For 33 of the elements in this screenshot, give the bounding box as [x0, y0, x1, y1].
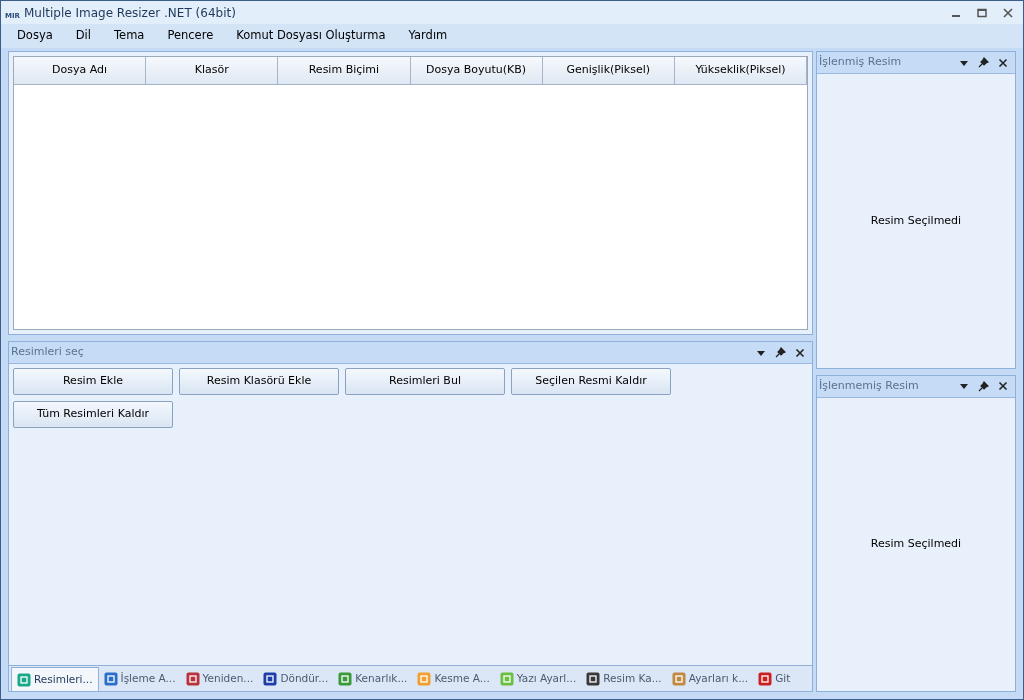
panel-title: Resimleri seç [11, 344, 85, 361]
tab[interactable]: Resim Ka... [581, 667, 667, 691]
tab[interactable]: İşleme A... [98, 667, 181, 691]
action-button[interactable]: Resimleri Bul [345, 368, 505, 395]
panel-title: İşlenmiş Resim [819, 54, 903, 71]
tab[interactable]: Yazı Ayarl... [494, 667, 582, 691]
menu-item[interactable]: Yardım [400, 25, 456, 47]
menu-item[interactable]: Dosya [9, 25, 61, 47]
column-header[interactable]: Genişlik(Piksel) [542, 57, 675, 84]
column-header[interactable]: Klasör [146, 57, 279, 84]
empty-message: Resim Seçilmedi [870, 212, 962, 229]
tab[interactable]: Ayarları k... [666, 667, 754, 691]
empty-message: Resim Seçilmedi [870, 536, 962, 552]
menu-item[interactable]: Tema [106, 25, 153, 47]
column-header[interactable]: Dosya Boyutu(KB) [410, 57, 543, 84]
window-title: Multiple Image Resizer .NET (64bit) [23, 4, 236, 22]
tab[interactable]: Kesme A... [412, 667, 495, 691]
tab[interactable]: Döndür... [258, 667, 334, 691]
action-button[interactable]: Resim Klasörü Ekle [179, 368, 339, 395]
menu-item[interactable]: Dil [67, 25, 99, 47]
column-header[interactable]: Yükseklik(Piksel) [674, 57, 808, 84]
panel-title: İşlenmemiş Resim [819, 377, 920, 394]
tab[interactable]: Yeniden... [180, 667, 259, 691]
column-header[interactable]: Resim Biçimi [278, 57, 411, 84]
menu-item[interactable]: Komut Dosyası Oluşturma [228, 25, 394, 47]
tab[interactable]: Resimleri... [11, 667, 99, 691]
tab[interactable]: Git [753, 667, 796, 691]
action-button[interactable]: Resim Ekle [13, 368, 173, 395]
menu-item[interactable]: Pencere [159, 25, 222, 47]
action-button[interactable]: Seçilen Resmi Kaldır [511, 368, 671, 395]
action-button[interactable]: Tüm Resimleri Kaldır [13, 401, 173, 428]
column-header[interactable]: Dosya Adı [14, 57, 147, 84]
tab[interactable]: Kenarlık... [333, 667, 413, 691]
